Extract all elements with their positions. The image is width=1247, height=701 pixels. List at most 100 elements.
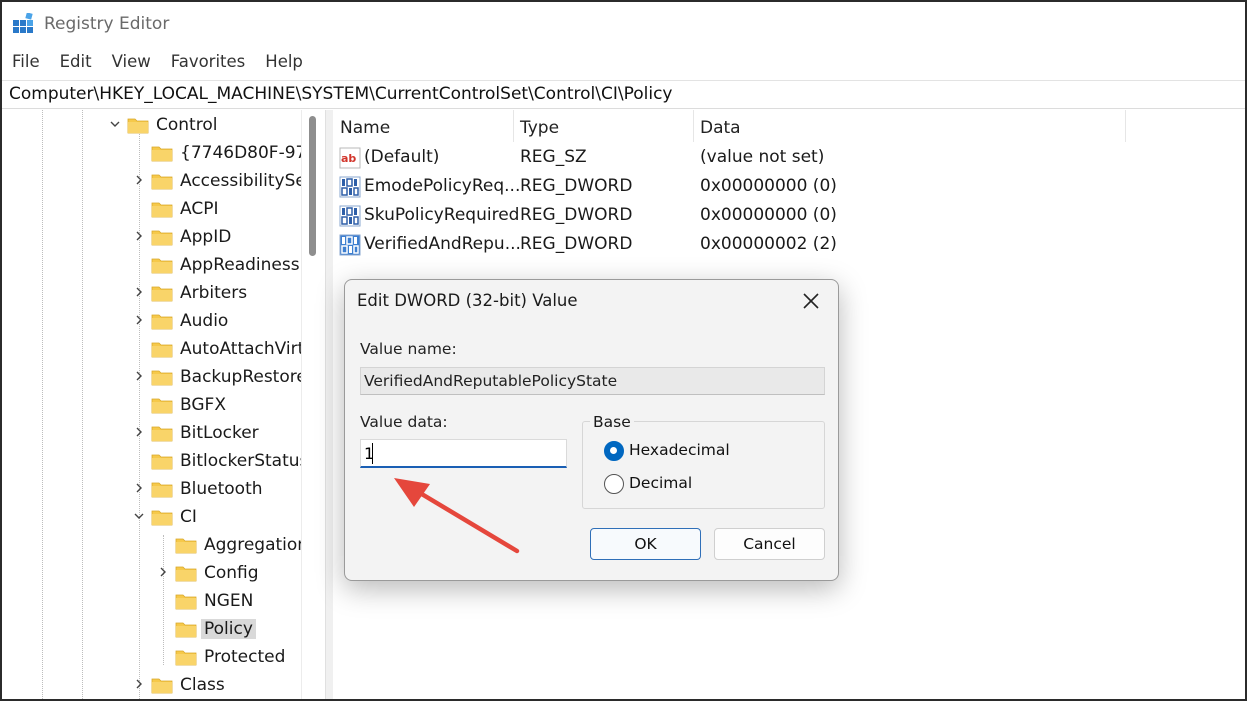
- column-separator[interactable]: [513, 110, 514, 142]
- tree-item[interactable]: {7746D80F-97E: [2, 140, 317, 168]
- cancel-button[interactable]: Cancel: [714, 528, 825, 560]
- tree-item-label[interactable]: AccessibilitySet: [180, 171, 313, 191]
- menu-help[interactable]: Help: [255, 48, 313, 78]
- chevron-down-icon[interactable]: [133, 510, 145, 522]
- chevron-right-icon[interactable]: [133, 174, 145, 186]
- chevron-right-icon[interactable]: [133, 370, 145, 382]
- folder-icon: [175, 648, 197, 666]
- tree-item-label[interactable]: ACPI: [180, 199, 218, 219]
- tree-item-label[interactable]: {7746D80F-97E: [180, 143, 317, 163]
- value-data-input[interactable]: [360, 439, 567, 468]
- radio-unselected-icon[interactable]: [604, 474, 624, 494]
- folder-icon: [151, 676, 173, 694]
- tree-item[interactable]: AutoAttachVirt: [2, 336, 304, 364]
- value-type: REG_DWORD: [520, 205, 633, 225]
- column-separator[interactable]: [693, 110, 694, 142]
- column-header-type[interactable]: Type: [520, 118, 559, 138]
- registry-editor-window: Registry Editor File Edit View Favorites…: [0, 0, 1247, 701]
- address-path[interactable]: Computer\HKEY_LOCAL_MACHINE\SYSTEM\Curre…: [9, 84, 672, 104]
- tree-item-label[interactable]: Aggregation: [204, 535, 308, 555]
- folder-icon: [151, 144, 173, 162]
- tree-item-label[interactable]: Protected: [204, 647, 285, 667]
- chevron-right-icon[interactable]: [133, 482, 145, 494]
- tree-item-label[interactable]: BitlockerStatus: [180, 451, 308, 471]
- tree-item[interactable]: Protected: [2, 644, 302, 672]
- value-row[interactable]: SkuPolicyRequired REG_DWORD 0x00000000 (0): [333, 202, 1133, 230]
- tree-item-label[interactable]: AppReadiness: [180, 255, 300, 275]
- tree-item-label[interactable]: Bluetooth: [180, 479, 263, 499]
- decimal-label[interactable]: Decimal: [629, 474, 692, 492]
- tree-item-label[interactable]: Config: [204, 563, 259, 583]
- tree-item[interactable]: Audio: [2, 308, 302, 336]
- tree-item-label[interactable]: BitLocker: [180, 423, 259, 443]
- tree-item-label[interactable]: CI: [180, 507, 197, 527]
- tree-item[interactable]: BGFX: [2, 392, 302, 420]
- decimal-radio[interactable]: Decimal: [604, 472, 754, 496]
- tree-item[interactable]: BitlockerStatus: [2, 448, 308, 476]
- tree-item[interactable]: Bluetooth: [2, 476, 302, 504]
- folder-icon: [175, 564, 197, 582]
- folder-icon: [175, 620, 197, 638]
- tree-item[interactable]: AccessibilitySet: [2, 168, 313, 196]
- tree-item[interactable]: BitLocker: [2, 420, 302, 448]
- chevron-right-icon[interactable]: [133, 230, 145, 242]
- hexadecimal-label[interactable]: Hexadecimal: [629, 441, 730, 459]
- tree-item-label[interactable]: Class: [180, 675, 225, 695]
- tree-item-label[interactable]: BGFX: [180, 395, 226, 415]
- radio-selected-icon[interactable]: [604, 441, 624, 461]
- column-header-name[interactable]: Name: [340, 118, 390, 138]
- pane-splitter[interactable]: [325, 110, 333, 699]
- tree-item[interactable]: Class: [2, 672, 302, 699]
- menu-file[interactable]: File: [2, 48, 50, 78]
- tree-item-label[interactable]: Control: [156, 115, 217, 135]
- tree-item-label[interactable]: AutoAttachVirt: [180, 339, 304, 359]
- tree-item[interactable]: ACPI: [2, 196, 302, 224]
- address-bar[interactable]: Computer\HKEY_LOCAL_MACHINE\SYSTEM\Curre…: [2, 80, 1245, 109]
- tree-item[interactable]: AppReadiness: [2, 252, 302, 280]
- tree-item-label[interactable]: Audio: [180, 311, 228, 331]
- chevron-right-icon[interactable]: [133, 678, 145, 690]
- column-header-data[interactable]: Data: [700, 118, 741, 138]
- hexadecimal-radio[interactable]: Hexadecimal: [604, 439, 754, 463]
- ok-button[interactable]: OK: [590, 528, 701, 560]
- value-row[interactable]: VerifiedAndRepu... REG_DWORD 0x00000002 (2…: [333, 231, 1133, 259]
- window-title: Registry Editor: [44, 14, 170, 34]
- value-data: 0x00000002 (2): [700, 234, 837, 254]
- tree-item-label[interactable]: AppID: [180, 227, 231, 247]
- chevron-down-icon[interactable]: [109, 118, 121, 130]
- tree-item[interactable]: BackupRestore: [2, 364, 307, 392]
- menu-favorites[interactable]: Favorites: [161, 48, 256, 78]
- chevron-right-icon[interactable]: [133, 314, 145, 326]
- dialog-close-button[interactable]: [794, 286, 828, 316]
- value-row[interactable]: EmodePolicyReq... REG_DWORD 0x00000000 (0): [333, 173, 1133, 201]
- tree-scroll-thumb[interactable]: [309, 116, 316, 256]
- folder-icon: [151, 228, 173, 246]
- tree-item[interactable]: AppID: [2, 224, 302, 252]
- value-row[interactable]: ab (Default) REG_SZ (value not set): [333, 144, 1133, 172]
- tree-item[interactable]: Control: [2, 112, 302, 140]
- menu-view[interactable]: View: [102, 48, 161, 78]
- tree-item[interactable]: Arbiters: [2, 280, 302, 308]
- chevron-right-icon[interactable]: [133, 286, 145, 298]
- tree-item-label[interactable]: BackupRestore: [180, 367, 307, 387]
- text-caret: [372, 443, 373, 464]
- tree-item[interactable]: Config: [2, 560, 302, 588]
- tree-item-label[interactable]: Policy: [201, 619, 256, 639]
- tree-item[interactable]: CI: [2, 504, 302, 532]
- tree-item[interactable]: Aggregation: [2, 532, 308, 560]
- registry-editor-app-icon: [13, 13, 33, 33]
- tree-item[interactable]: NGEN: [2, 588, 302, 616]
- tree-item[interactable]: Policy: [2, 616, 302, 644]
- column-separator[interactable]: [1125, 110, 1126, 142]
- folder-icon: [151, 172, 173, 190]
- folder-icon: [151, 508, 173, 526]
- value-name: (Default): [364, 147, 440, 167]
- key-tree-pane[interactable]: Control {7746D80F-97E AccessibilitySet ACPI…: [2, 110, 325, 699]
- value-data-label: Value data:: [360, 413, 448, 431]
- tree-item-label[interactable]: Arbiters: [180, 283, 247, 303]
- menu-edit[interactable]: Edit: [50, 48, 102, 78]
- chevron-right-icon[interactable]: [157, 566, 169, 578]
- chevron-right-icon[interactable]: [133, 426, 145, 438]
- tree-item-label[interactable]: NGEN: [204, 591, 253, 611]
- folder-icon: [151, 284, 173, 302]
